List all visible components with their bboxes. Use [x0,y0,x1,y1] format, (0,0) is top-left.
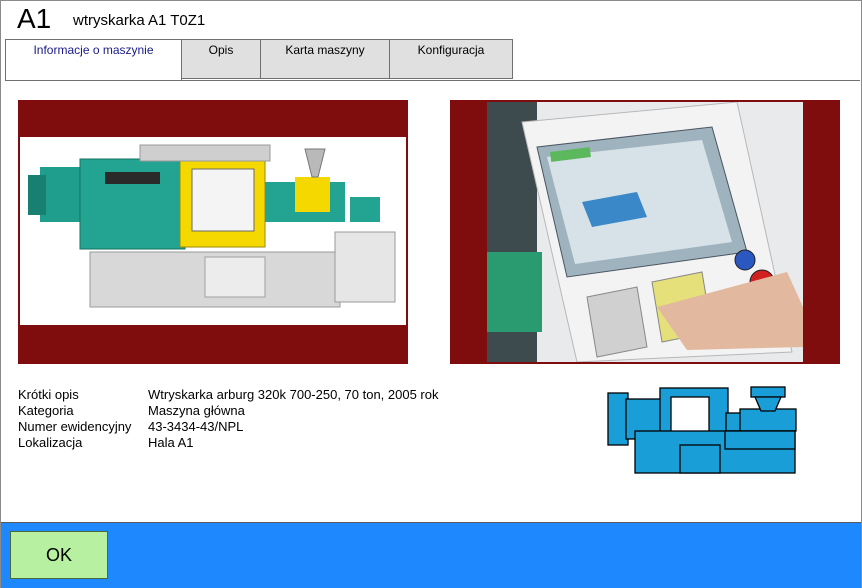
machine-info-window: A1 wtryskarka A1 T0Z1 Informacje o maszy… [0,0,862,588]
injection-molding-machine-photo [20,137,406,325]
info-label: Lokalizacja [18,435,83,450]
info-value: 43-3434-43/NPL [148,419,244,434]
ok-button[interactable]: OK [10,531,108,579]
footer-bar: OK [1,522,861,588]
injection-machine-symbol-icon [607,386,797,474]
machine-photo-drawing [20,137,406,325]
tab-informacje[interactable]: Informacje o maszynie [5,39,182,81]
panel-photo-drawing [487,102,803,362]
info-label: Krótki opis [18,387,79,402]
info-label: Kategoria [18,403,74,418]
info-value: Hala A1 [148,435,194,450]
info-value: Wtryskarka arburg 320k 700-250, 70 ton, … [148,387,439,402]
tab-konfiguracja[interactable]: Konfiguracja [389,39,513,79]
tab-karta-maszyny[interactable]: Karta maszyny [260,39,390,79]
info-value: Maszyna główna [148,403,245,418]
machine-photo-frame [18,100,408,364]
info-label: Numer ewidencyjny [18,419,132,434]
panel-photo-frame [450,100,840,364]
machine-name-title: wtryskarka A1 T0Z1 [73,12,206,29]
control-panel-photo [487,102,803,362]
tab-opis[interactable]: Opis [181,39,261,79]
machine-code-title: A1 [17,3,52,34]
